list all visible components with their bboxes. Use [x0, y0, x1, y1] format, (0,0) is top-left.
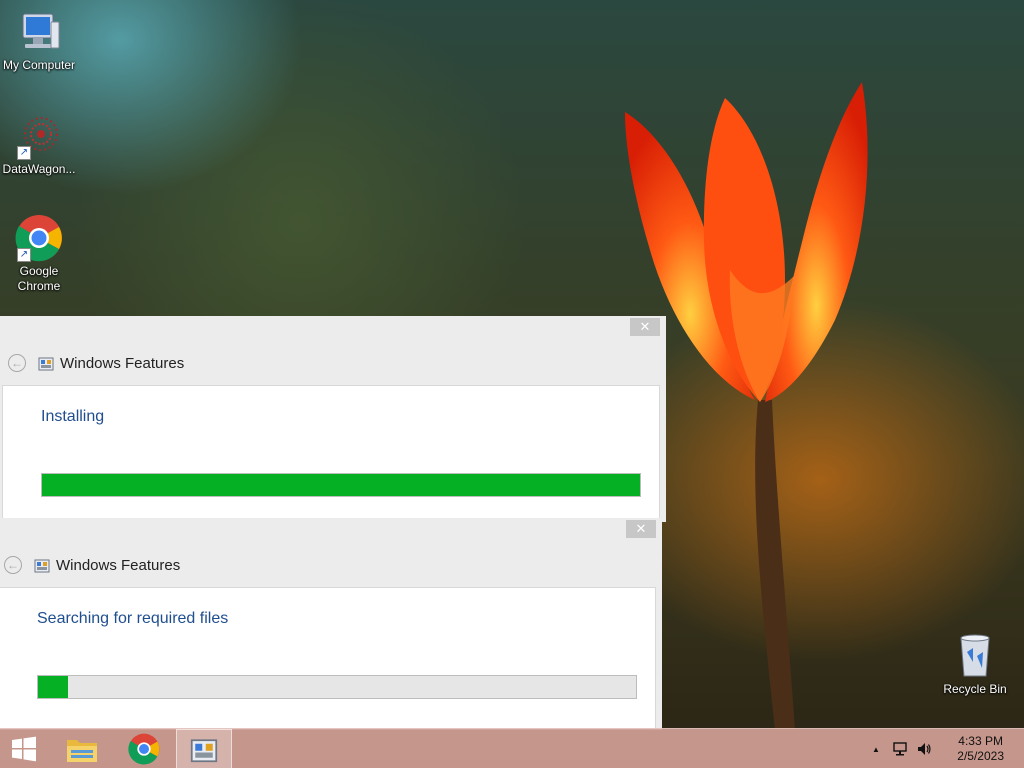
desktop-icon-my-computer[interactable]: My Computer [0, 8, 78, 73]
progress-bar [37, 675, 637, 699]
clock-date: 2/5/2023 [957, 749, 1004, 763]
windows-features-dialog-installing: ✕ ← Windows Features Installing [0, 316, 666, 522]
chrome-icon: ↗ [15, 214, 63, 262]
desktop-icon-label: Recycle Bin [943, 682, 1007, 696]
desktop-icon-recycle-bin[interactable]: Recycle Bin [936, 632, 1014, 697]
dialog-title: Windows Features [60, 354, 185, 372]
recycle-bin-icon [951, 632, 999, 680]
progress-bar-fill [38, 676, 68, 698]
dialog-content: Searching for required files [0, 587, 656, 730]
close-button[interactable]: ✕ [630, 318, 660, 336]
windows-features-icon [190, 739, 218, 763]
taskbar-file-explorer[interactable] [54, 729, 110, 768]
windows-features-icon [38, 357, 54, 371]
start-button[interactable] [0, 729, 48, 768]
progress-bar-fill [42, 474, 640, 496]
network-icon[interactable] [892, 741, 908, 757]
chrome-icon [128, 733, 160, 765]
clock-time: 4:33 PM [958, 734, 1003, 748]
dialog-header: ← Windows Features [4, 556, 180, 574]
computer-icon [15, 8, 63, 56]
windows-features-dialog-searching: ✕ ← Windows Features Searching for requi… [0, 518, 662, 730]
clock[interactable]: 4:33 PM 2/5/2023 [957, 734, 1004, 764]
desktop-icon-label: Google Chrome [17, 264, 61, 293]
dialog-title: Windows Features [56, 556, 181, 574]
dialog-header: ← Windows Features [8, 354, 184, 372]
back-arrow-icon[interactable]: ← [8, 354, 26, 372]
desktop-icon-label: My Computer [2, 58, 76, 72]
desktop-icon-google-chrome[interactable]: ↗ Google Chrome [0, 214, 78, 294]
shortcut-arrow-icon: ↗ [17, 146, 31, 160]
status-text: Installing [41, 408, 105, 425]
taskbar-chrome[interactable] [116, 729, 172, 768]
windows-features-icon [34, 559, 50, 573]
start-icon [12, 736, 36, 762]
progress-bar [41, 473, 641, 497]
taskbar: ▲ 4:33 PM 2/5/2023 [0, 728, 1024, 768]
datawagon-icon: ↗ [15, 112, 63, 160]
close-button[interactable]: ✕ [626, 520, 656, 538]
show-hidden-icons-button[interactable]: ▲ [872, 745, 880, 754]
shortcut-arrow-icon: ↗ [17, 248, 31, 262]
status-text: Searching for required files [37, 610, 229, 627]
system-tray: ▲ [872, 729, 932, 768]
dialog-content: Installing [2, 385, 660, 519]
desktop-icon-label: DataWagon... [2, 162, 76, 176]
file-explorer-icon [67, 740, 97, 762]
taskbar-windows-features[interactable] [176, 729, 232, 768]
desktop-icon-datawagon[interactable]: ↗ DataWagon... [0, 112, 78, 177]
back-arrow-icon[interactable]: ← [4, 556, 22, 574]
volume-icon[interactable] [916, 741, 932, 757]
